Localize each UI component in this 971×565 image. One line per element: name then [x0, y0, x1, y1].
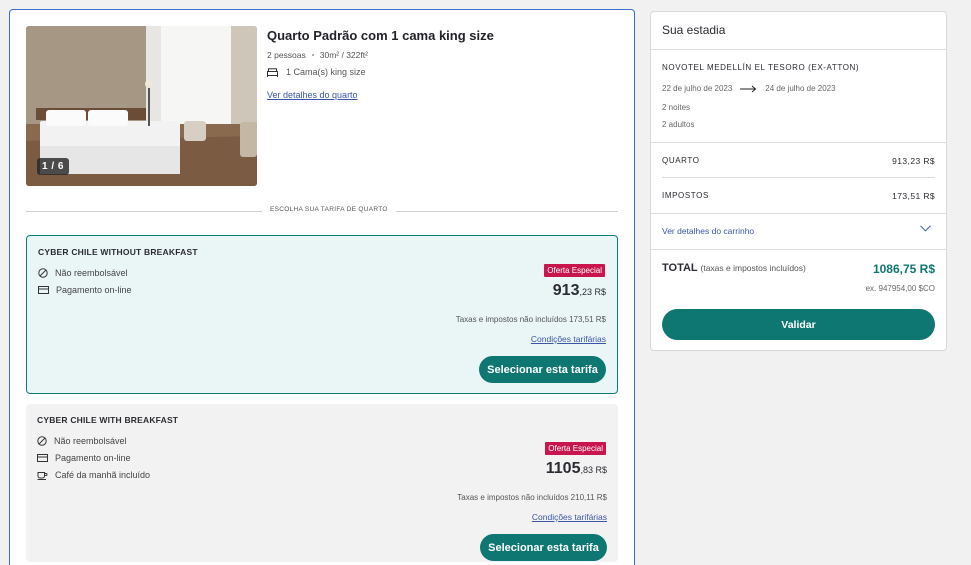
divider	[651, 142, 946, 143]
stay-dates: 22 de julho de 2023 24 de julho de 2023	[662, 84, 836, 93]
divider	[651, 249, 946, 250]
select-rate-button[interactable]: Selecionar esta tarifa	[480, 534, 607, 561]
taxes-label: IMPOSTOS	[662, 191, 709, 200]
select-rate-button[interactable]: Selecionar esta tarifa	[479, 356, 606, 383]
feature-online-payment: Pagamento on-line	[38, 285, 132, 295]
total-label: TOTAL (taxas e impostos incluídos)	[662, 262, 806, 274]
no-refund-icon	[37, 436, 47, 446]
validate-button[interactable]: Validar	[662, 309, 935, 340]
rate-price-main: 1105	[545, 460, 581, 477]
room-bed-label: 1 Cama(s) king size	[286, 67, 366, 77]
room-title: Quarto Padrão com 1 cama king size	[267, 28, 494, 43]
adults-count: 2 adultos	[662, 120, 695, 129]
stay-title: Sua estadia	[651, 12, 946, 50]
rate-conditions-link[interactable]: Condições tarifárias	[531, 334, 606, 344]
taxes-value: 173,51 R$	[892, 191, 935, 201]
total-value: 1086,75 R$	[872, 262, 935, 276]
total-converted: ex. 947954,00 $CO	[865, 284, 935, 293]
cart-details-link[interactable]: Ver detalhes do carrinho	[662, 226, 754, 236]
feature-non-refundable: Não reembolsável	[38, 268, 128, 278]
room-panel: 1 / 6 Quarto Padrão com 1 cama king size…	[9, 9, 635, 565]
rate-taxes: Taxas e impostos não incluídos 210,11 R$	[457, 493, 607, 502]
special-offer-badge: Oferta Especial	[544, 264, 605, 277]
feature-online-payment: Pagamento on-line	[37, 453, 131, 463]
feature-label: Pagamento on-line	[55, 453, 131, 463]
feature-non-refundable: Não reembolsável	[37, 436, 127, 446]
room-photo[interactable]: 1 / 6	[26, 26, 257, 186]
rate-name: CYBER CHILE WITHOUT BREAKFAST	[38, 247, 198, 257]
credit-card-icon	[38, 286, 49, 294]
room-area: 30m² / 322ft²	[319, 50, 368, 60]
nights-count: 2 noites	[662, 103, 691, 112]
no-refund-icon	[38, 268, 48, 278]
chevron-down-icon[interactable]	[920, 225, 931, 232]
room-meta: 2 pessoas 30m² / 322ft²	[267, 50, 368, 60]
stay-summary-panel: Sua estadia NOVOTEL MEDELLÍN EL TESORO (…	[650, 11, 947, 351]
photo-counter: 1 / 6	[37, 158, 69, 175]
room-price-label: QUARTO	[662, 156, 700, 165]
total-note: (taxas e impostos incluídos)	[700, 263, 806, 273]
feature-label: Não reembolsável	[54, 436, 127, 446]
rate-name: CYBER CHILE WITH BREAKFAST	[37, 415, 179, 425]
divider	[651, 213, 946, 214]
separator-dot	[311, 54, 314, 56]
rate-price-main: 913	[552, 282, 580, 299]
arrow-right-icon	[740, 85, 757, 92]
hotel-name: NOVOTEL MEDELLÍN EL TESORO (EX-ATTON)	[662, 63, 860, 72]
special-offer-badge: Oferta Especial	[545, 442, 606, 455]
feature-label: Pagamento on-line	[56, 285, 132, 295]
room-bed: 1 Cama(s) king size	[267, 67, 366, 77]
rate-price: 1105,83 R$	[546, 460, 607, 478]
rate-card-without-breakfast[interactable]: CYBER CHILE WITHOUT BREAKFAST Não reembo…	[26, 235, 618, 394]
rate-price: 913,23 R$	[553, 282, 606, 300]
total-label-text: TOTAL	[662, 262, 698, 274]
rate-price-cents: ,23 R$	[579, 287, 606, 297]
room-guests: 2 pessoas	[267, 50, 306, 60]
coffee-cup-icon	[37, 471, 48, 480]
feature-breakfast: Café da manhã incluído	[37, 470, 150, 480]
divider	[662, 177, 935, 178]
feature-label: Café da manhã incluído	[55, 470, 151, 480]
rate-taxes: Taxas e impostos não incluídos 173,51 R$	[455, 315, 606, 324]
rate-divider-label: ESCOLHA SUA TARIFA DE QUARTO	[262, 206, 396, 213]
room-price-value: 913,23 R$	[892, 156, 935, 166]
rate-conditions-link[interactable]: Condições tarifárias	[532, 512, 607, 522]
checkout-date: 24 de julho de 2023	[765, 84, 836, 93]
feature-label: Não reembolsável	[55, 268, 128, 278]
checkin-date: 22 de julho de 2023	[662, 84, 733, 93]
credit-card-icon	[37, 454, 48, 462]
rate-price-cents: ,83 R$	[580, 465, 607, 475]
bed-icon	[267, 67, 278, 77]
rate-card-with-breakfast[interactable]: CYBER CHILE WITH BREAKFAST Não reembolsá…	[26, 404, 618, 562]
room-details-link[interactable]: Ver detalhes do quarto	[267, 90, 358, 100]
